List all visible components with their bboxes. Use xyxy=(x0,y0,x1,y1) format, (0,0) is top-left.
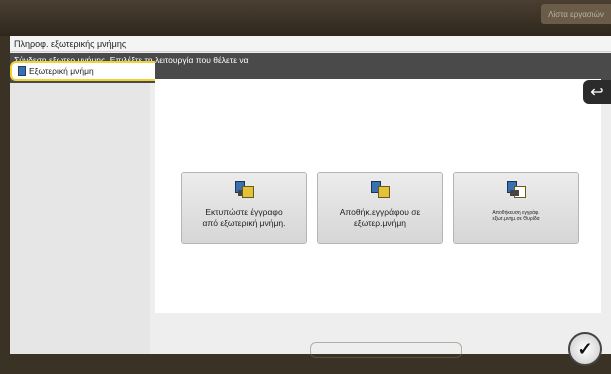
dialog-title: Πληροφ. εξωτερικής μνήμης xyxy=(10,36,611,52)
button-label: Αποθήκ.εγγράφου σε εξωτερ.μνήμη xyxy=(334,207,427,229)
back-button[interactable]: ↩ xyxy=(583,80,611,104)
print-from-external-memory-button[interactable]: Εκτυπώστε έγγραφο από εξωτερική μνήμη. xyxy=(181,172,307,244)
footer-controls-background xyxy=(310,342,462,358)
top-background xyxy=(0,0,611,36)
save-to-user-box-button[interactable]: Αποθήκευση εγγράφ. εξωτ.μνημ.σε Θυρίδα xyxy=(453,172,579,244)
label-line-2: εξωτερ.μνήμη xyxy=(354,218,406,228)
back-arrow-icon: ↩ xyxy=(590,84,604,101)
save-document-icon xyxy=(371,181,390,198)
label-line-2: εξωτ.μνημ.σε Θυρίδα xyxy=(492,216,540,222)
button-label: Εκτυπώστε έγγραφο από εξωτερική μνήμη. xyxy=(196,207,291,229)
footer-bar xyxy=(0,354,611,374)
usb-memory-icon xyxy=(18,66,26,76)
label-line-1: Αποθήκ.εγγράφου σε xyxy=(339,207,421,217)
task-list-button[interactable]: Λίστα εργασιών xyxy=(541,4,611,24)
save-to-box-icon xyxy=(507,181,526,198)
left-panel xyxy=(10,83,150,354)
label-line-1: Εκτυπώστε έγγραφο xyxy=(205,207,283,217)
tab-external-memory[interactable]: Εξωτερική μνήμη xyxy=(10,61,155,81)
print-document-icon xyxy=(235,181,254,198)
button-label: Αποθήκευση εγγράφ. εξωτ.μνημ.σε Θυρίδα xyxy=(486,210,545,222)
label-line-2: από εξωτερική μνήμη. xyxy=(202,218,286,228)
tab-label: Εξωτερική μνήμη xyxy=(29,66,94,76)
checkmark-icon: ✓ xyxy=(577,338,593,359)
ok-button[interactable]: ✓ xyxy=(568,332,602,366)
save-to-external-memory-button[interactable]: Αποθήκ.εγγράφου σε εξωτερ.μνήμη xyxy=(317,172,443,244)
